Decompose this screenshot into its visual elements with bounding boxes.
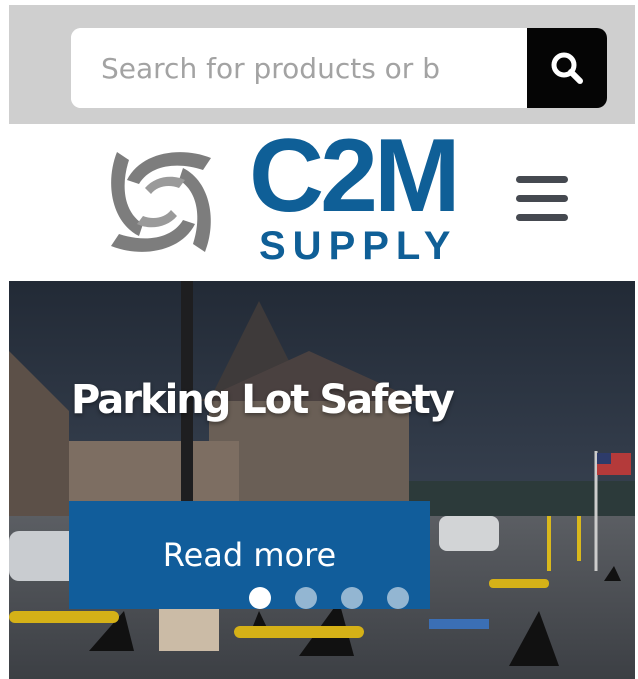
hamburger-menu-icon: [516, 176, 568, 183]
search-form: [71, 28, 607, 108]
hero-carousel: Parking Lot Safety Read more: [9, 281, 635, 679]
hamburger-menu-icon-bar: [516, 195, 568, 202]
search-bar-region: [9, 5, 635, 124]
menu-button[interactable]: [514, 174, 570, 224]
brand-name: C2M: [249, 118, 461, 234]
search-icon: [551, 52, 583, 84]
swirl-logo-icon: [111, 152, 211, 252]
search-input[interactable]: [71, 28, 527, 108]
brand-logo[interactable]: C2M SUPPLY: [99, 124, 494, 268]
carousel-dot-3[interactable]: [341, 587, 363, 609]
brand-subtitle: SUPPLY: [259, 224, 458, 268]
hamburger-menu-icon-bar: [516, 214, 568, 221]
hero-background-image: [9, 281, 635, 679]
search-button[interactable]: [527, 28, 607, 108]
site-header: C2M SUPPLY: [9, 124, 635, 281]
carousel-dot-2[interactable]: [295, 587, 317, 609]
carousel-dot-4[interactable]: [387, 587, 409, 609]
carousel-dot-1[interactable]: [249, 587, 271, 609]
hero-title: Parking Lot Safety: [71, 377, 455, 423]
carousel-indicators: [249, 587, 419, 609]
